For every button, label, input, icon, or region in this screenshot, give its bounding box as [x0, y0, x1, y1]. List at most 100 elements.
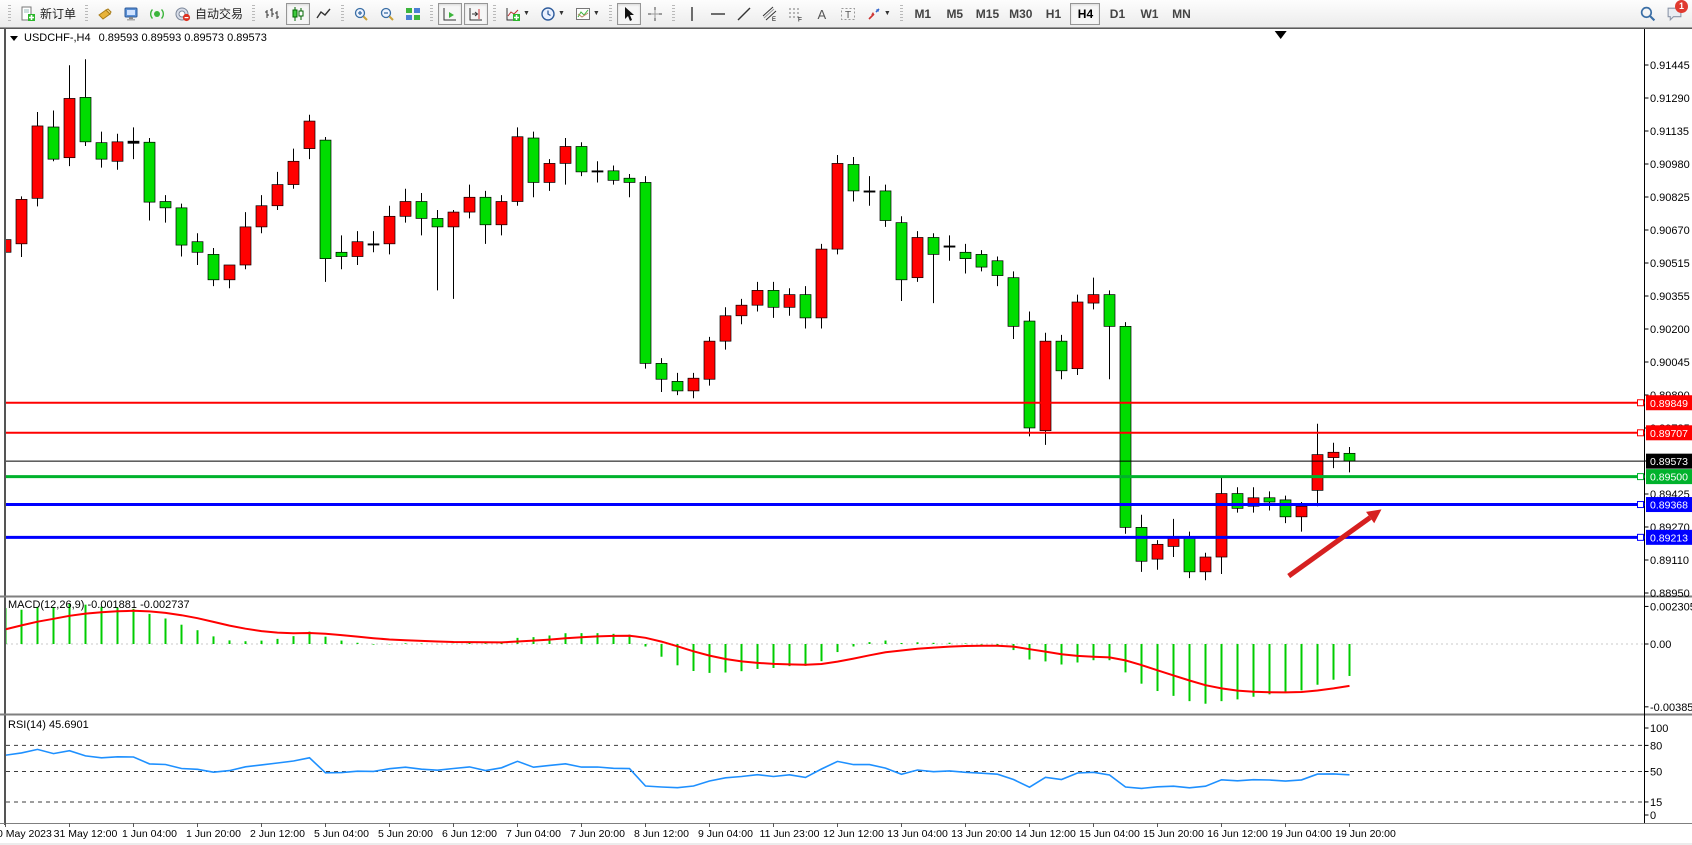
line-chart-button[interactable] — [312, 3, 336, 25]
svg-text:0.89213: 0.89213 — [1650, 532, 1688, 544]
svg-text:15 Jun 20:00: 15 Jun 20:00 — [1143, 828, 1204, 840]
svg-text:15: 15 — [1650, 797, 1662, 809]
candle — [352, 242, 363, 257]
search-button[interactable] — [1635, 3, 1660, 25]
candle — [704, 341, 715, 379]
tf-m30-button[interactable]: M30 — [1005, 3, 1036, 25]
text-label-icon: T — [840, 6, 856, 22]
tf-h1-button[interactable]: H1 — [1038, 3, 1068, 25]
svg-text:31 May 12:00: 31 May 12:00 — [54, 828, 118, 840]
tf-m5-button[interactable]: M5 — [940, 3, 970, 25]
candle — [624, 178, 635, 182]
tf-h4-button[interactable]: H4 — [1070, 3, 1100, 25]
fibonacci-button[interactable]: F — [784, 3, 808, 25]
svg-text:16 Jun 12:00: 16 Jun 12:00 — [1207, 828, 1268, 840]
candle — [304, 121, 315, 149]
candle — [512, 137, 523, 202]
bar-chart-button[interactable] — [260, 3, 284, 25]
svg-text:T: T — [845, 10, 851, 21]
candle — [544, 163, 555, 182]
svg-text:0.91135: 0.91135 — [1650, 126, 1689, 138]
toolbar-grip — [85, 5, 88, 23]
candle — [752, 290, 763, 305]
chart-shift-button[interactable] — [464, 3, 488, 25]
chart-ohlc-values: 0.89593 0.89593 0.89573 0.89573 — [99, 32, 267, 44]
candle — [80, 97, 91, 141]
text-button[interactable]: A — [810, 3, 834, 25]
svg-text:0: 0 — [1650, 810, 1656, 822]
svg-text:9 Jun 04:00: 9 Jun 04:00 — [698, 828, 753, 840]
navigator-button[interactable] — [119, 3, 143, 25]
svg-text:30 May 2023: 30 May 2023 — [0, 828, 52, 840]
indicators-button[interactable]: ▼ — [501, 3, 534, 25]
clock-icon — [540, 6, 556, 22]
candle — [16, 199, 27, 243]
candle — [656, 363, 667, 379]
signal-icon — [149, 6, 165, 22]
auto-scroll-button[interactable] — [438, 3, 462, 25]
candle — [800, 295, 811, 318]
horizontal-line-button[interactable] — [706, 3, 730, 25]
svg-text:19 Jun 04:00: 19 Jun 04:00 — [1271, 828, 1332, 840]
macd-value-2: -0.002737 — [140, 599, 190, 611]
chevron-down-icon: ▼ — [593, 10, 600, 17]
candle — [400, 201, 411, 216]
tf-w1-button[interactable]: W1 — [1134, 3, 1164, 25]
monitor-icon — [123, 6, 139, 22]
chart-canvas[interactable]: 0.914450.912900.911350.909800.908250.906… — [0, 0, 1692, 845]
rsi-label: RSI(14) 45.6901 — [8, 719, 89, 731]
channel-button[interactable]: E — [758, 3, 782, 25]
candle — [1312, 455, 1323, 491]
svg-text:7 Jun 04:00: 7 Jun 04:00 — [506, 828, 561, 840]
tf-mn-button[interactable]: MN — [1166, 3, 1196, 25]
arrows-tool-button[interactable]: ▼ — [862, 3, 895, 25]
toolbar-grip — [900, 5, 903, 23]
toolbar-grip[interactable] — [8, 5, 11, 23]
tf-d1-button[interactable]: D1 — [1102, 3, 1132, 25]
zoom-in-button[interactable] — [349, 3, 373, 25]
new-order-label: 新订单 — [40, 5, 76, 22]
candle — [144, 142, 155, 202]
svg-text:19 Jun 20:00: 19 Jun 20:00 — [1335, 828, 1396, 840]
templates-button[interactable]: ▼ — [571, 3, 604, 25]
zoom-out-button[interactable] — [375, 3, 399, 25]
candle — [736, 305, 747, 316]
candle — [1040, 341, 1051, 431]
candle — [208, 254, 219, 279]
svg-text:80: 80 — [1650, 740, 1662, 752]
terminal-button[interactable] — [145, 3, 169, 25]
candle — [1168, 538, 1179, 546]
mt4-window: 新订单 自动交易 — [0, 0, 1692, 845]
candlestick-chart-button[interactable] — [286, 3, 310, 25]
candle — [64, 98, 75, 157]
trendline-button[interactable] — [732, 3, 756, 25]
svg-text:1 Jun 20:00: 1 Jun 20:00 — [186, 828, 241, 840]
periods-button[interactable]: ▼ — [536, 3, 569, 25]
autotrading-button[interactable]: 自动交易 — [171, 3, 247, 25]
candle — [432, 218, 443, 226]
text-label-button[interactable]: T — [836, 3, 860, 25]
arrows-tool-icon — [866, 6, 882, 22]
new-order-button[interactable]: 新订单 — [16, 3, 80, 25]
vertical-line-button[interactable] — [680, 3, 704, 25]
svg-text:0.89500: 0.89500 — [1650, 472, 1688, 484]
svg-text:0.90825: 0.90825 — [1650, 192, 1690, 204]
svg-text:0.90045: 0.90045 — [1650, 357, 1690, 369]
tile-windows-button[interactable] — [401, 3, 425, 25]
notifications-button[interactable]: 1 — [1662, 3, 1687, 25]
chart-shift-icon — [468, 6, 484, 22]
candle — [416, 201, 427, 218]
svg-text:5 Jun 20:00: 5 Jun 20:00 — [378, 828, 433, 840]
chart-menu-icon[interactable] — [10, 36, 18, 41]
fibonacci-icon: F — [788, 6, 804, 22]
candle — [528, 138, 539, 182]
candle — [576, 146, 587, 171]
crosshair-icon — [647, 6, 663, 22]
crosshair-button[interactable] — [643, 3, 667, 25]
tf-m15-button[interactable]: M15 — [972, 3, 1003, 25]
svg-text:0.89573: 0.89573 — [1650, 456, 1688, 468]
market-watch-button[interactable] — [93, 3, 117, 25]
tf-m1-button[interactable]: M1 — [908, 3, 938, 25]
toolbar-grip — [609, 5, 612, 23]
cursor-button[interactable] — [617, 3, 641, 25]
